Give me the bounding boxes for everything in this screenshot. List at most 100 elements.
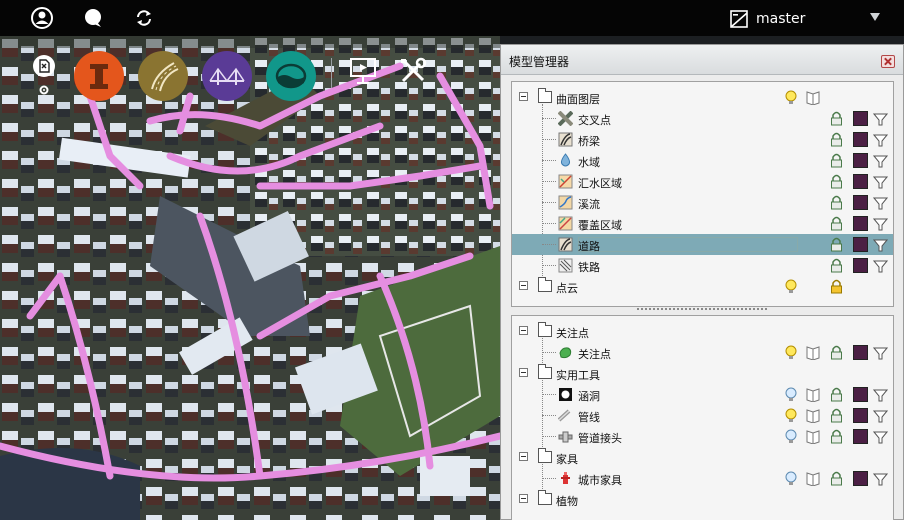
road-tool[interactable] <box>138 51 188 101</box>
filter-icon[interactable] <box>872 472 889 486</box>
tree-row[interactable]: 点云 <box>512 276 893 297</box>
lock-icon[interactable] <box>830 153 843 168</box>
tree-row[interactable]: 桥梁 <box>512 129 893 150</box>
user-circle-icon[interactable] <box>31 7 53 29</box>
tree-row[interactable]: 铁路 <box>512 255 893 276</box>
presentation-icon[interactable] <box>348 56 378 86</box>
filter-icon[interactable] <box>872 346 889 360</box>
book-icon[interactable] <box>806 345 820 361</box>
map-viewport[interactable] <box>0 36 500 520</box>
tree-row[interactable]: 道路 <box>512 234 893 255</box>
bridge-tool[interactable] <box>202 51 252 101</box>
sync-icon[interactable] <box>133 7 155 29</box>
lock-icon[interactable] <box>830 195 843 210</box>
poi-icon <box>558 345 573 360</box>
lock-icon[interactable] <box>830 174 843 189</box>
lock-icon[interactable] <box>830 345 843 360</box>
tree-expander[interactable] <box>519 326 528 335</box>
lock-icon[interactable] <box>830 258 843 273</box>
panel-splitter[interactable] <box>637 308 767 312</box>
filter-icon[interactable] <box>872 175 889 189</box>
filter-icon[interactable] <box>872 196 889 210</box>
tree-row[interactable]: 关注点 <box>512 321 893 342</box>
color-swatch[interactable] <box>853 387 868 402</box>
tree-expander[interactable] <box>519 452 528 461</box>
tree-row[interactable]: 关注点 <box>512 342 893 363</box>
color-swatch[interactable] <box>853 408 868 423</box>
tree-expander[interactable] <box>519 368 528 377</box>
tree-expander[interactable] <box>519 281 528 290</box>
tree-row[interactable]: 管线 <box>512 405 893 426</box>
lock-icon[interactable] <box>830 471 843 486</box>
tree-row[interactable]: 覆盖区域 <box>512 213 893 234</box>
lock-icon[interactable] <box>830 279 843 294</box>
toolbar-divider <box>331 58 332 88</box>
filter-icon[interactable] <box>872 388 889 402</box>
settings-icon[interactable] <box>32 54 56 96</box>
lock-icon[interactable] <box>830 111 843 126</box>
tree-row[interactable]: 水域 <box>512 150 893 171</box>
tree-row[interactable]: 曲面图层 <box>512 87 893 108</box>
tree-connector <box>542 394 556 395</box>
color-swatch[interactable] <box>853 111 868 126</box>
visibility-bulb-icon[interactable] <box>784 429 798 444</box>
visibility-bulb-icon[interactable] <box>784 471 798 486</box>
lock-icon[interactable] <box>830 387 843 402</box>
book-icon[interactable] <box>806 90 820 106</box>
color-swatch[interactable] <box>853 429 868 444</box>
lock-icon[interactable] <box>830 132 843 147</box>
filter-icon[interactable] <box>872 259 889 273</box>
tree-row[interactable]: 家具 <box>512 447 893 468</box>
tree-connector <box>542 415 556 416</box>
chat-bubble-icon[interactable] <box>82 7 104 29</box>
visibility-bulb-icon[interactable] <box>784 279 798 294</box>
color-swatch[interactable] <box>853 471 868 486</box>
color-swatch[interactable] <box>853 345 868 360</box>
tree-row[interactable]: 管道接头 <box>512 426 893 447</box>
lock-icon[interactable] <box>830 408 843 423</box>
close-icon[interactable] <box>881 55 895 68</box>
book-icon[interactable] <box>806 408 820 424</box>
tree-row[interactable]: 溪流 <box>512 192 893 213</box>
filter-icon[interactable] <box>872 409 889 423</box>
color-swatch[interactable] <box>853 195 868 210</box>
folder-icon <box>538 88 552 103</box>
model-tool[interactable] <box>74 51 124 101</box>
lock-icon[interactable] <box>830 237 843 252</box>
tools-icon[interactable] <box>398 56 428 86</box>
tree-row[interactable]: 汇水区域 <box>512 171 893 192</box>
filter-icon[interactable] <box>872 430 889 444</box>
filter-icon[interactable] <box>872 154 889 168</box>
tree-row[interactable]: 城市家具 <box>512 468 893 489</box>
chevron-down-icon[interactable] <box>870 13 880 21</box>
tree-expander[interactable] <box>519 494 528 503</box>
branch-selector[interactable]: master <box>730 8 805 30</box>
tree-row[interactable]: 涵洞 <box>512 384 893 405</box>
color-swatch[interactable] <box>853 174 868 189</box>
color-swatch[interactable] <box>853 237 868 252</box>
visibility-bulb-icon[interactable] <box>784 345 798 360</box>
book-icon[interactable] <box>806 429 820 445</box>
color-swatch[interactable] <box>853 216 868 231</box>
lock-icon[interactable] <box>830 429 843 444</box>
filter-icon[interactable] <box>872 217 889 231</box>
visibility-bulb-icon[interactable] <box>784 408 798 423</box>
filter-icon[interactable] <box>872 133 889 147</box>
book-icon[interactable] <box>806 387 820 403</box>
lock-icon[interactable] <box>830 216 843 231</box>
water-tool[interactable] <box>266 51 316 101</box>
tree-expander[interactable] <box>519 92 528 101</box>
color-swatch[interactable] <box>853 153 868 168</box>
water-icon <box>266 51 316 101</box>
tree-row[interactable]: 交叉点 <box>512 108 893 129</box>
visibility-bulb-icon[interactable] <box>784 387 798 402</box>
visibility-bulb-icon[interactable] <box>784 90 798 105</box>
tree-row[interactable]: 植物 <box>512 489 893 510</box>
color-swatch[interactable] <box>853 132 868 147</box>
color-swatch[interactable] <box>853 258 868 273</box>
filter-icon[interactable] <box>872 238 889 252</box>
tree-connector <box>542 478 556 479</box>
book-icon[interactable] <box>806 471 820 487</box>
filter-icon[interactable] <box>872 112 889 126</box>
tree-row[interactable]: 实用工具 <box>512 363 893 384</box>
